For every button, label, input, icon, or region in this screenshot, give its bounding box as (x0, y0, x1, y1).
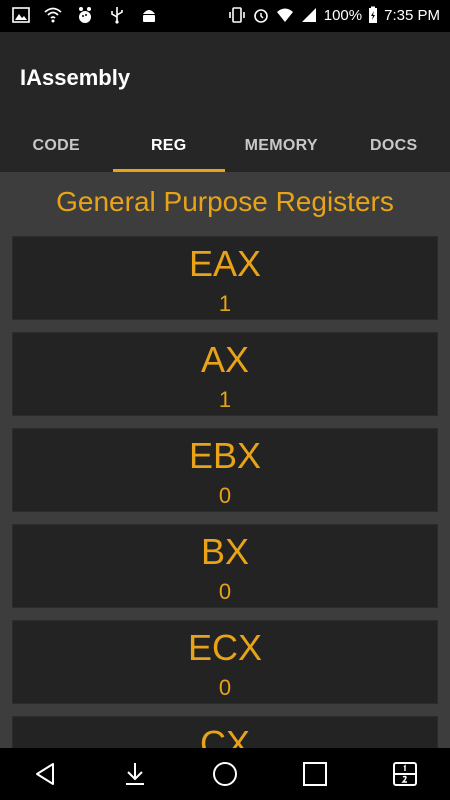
app-bar: IAssembly CODE REG MEMORY DOCS (0, 32, 450, 172)
register-name: AX (200, 339, 250, 380)
recents-icon (303, 762, 327, 786)
register-card-ebx[interactable]: EBX 0 (12, 428, 438, 512)
dual-window-icon (393, 762, 417, 786)
register-card-bx[interactable]: BX 0 (12, 524, 438, 608)
tab-code[interactable]: CODE (0, 119, 113, 172)
download-button[interactable] (113, 752, 157, 796)
back-icon (36, 763, 54, 785)
register-card-eax[interactable]: EAX 1 (12, 236, 438, 320)
register-name: BX (200, 531, 250, 572)
download-icon (126, 763, 144, 785)
wifi-icon (44, 6, 62, 24)
register-value: 1 (218, 387, 232, 412)
bowling-icon (76, 6, 94, 24)
register-name: CX (199, 723, 250, 748)
usb-icon (108, 6, 126, 24)
register-value: 1 (218, 291, 232, 316)
tab-reg[interactable]: REG (112, 119, 226, 172)
notification-icons (12, 6, 158, 24)
recents-button[interactable] (293, 752, 337, 796)
alarm-icon (252, 6, 270, 24)
tab-bar: CODE REG MEMORY DOCS (0, 119, 450, 172)
register-value: 0 (218, 483, 232, 508)
section-title: General Purpose Registers (56, 186, 394, 217)
tab-memory[interactable]: MEMORY (225, 119, 338, 172)
battery-percent: 100% (323, 6, 363, 24)
register-panel[interactable]: General Purpose Registers EAX 1 AX 1 EBX… (0, 172, 450, 748)
home-button[interactable] (203, 752, 247, 796)
status-bar: 100% 7:35 PM (0, 0, 450, 32)
image-icon (12, 6, 30, 24)
home-icon (213, 762, 237, 786)
register-name: EAX (188, 243, 262, 284)
back-button[interactable] (23, 752, 67, 796)
navigation-bar (0, 748, 450, 800)
battery-charging-icon (368, 6, 378, 24)
system-icons: 100% 7:35 PM (228, 6, 440, 24)
vibrate-icon (228, 6, 246, 24)
android-icon (140, 6, 158, 24)
register-value: 0 (218, 579, 232, 604)
cell-signal-icon (300, 6, 318, 24)
tab-docs[interactable]: DOCS (338, 119, 450, 172)
register-name: EBX (188, 435, 262, 476)
app-title: IAssembly (20, 65, 131, 90)
register-card-cx[interactable]: CX (12, 716, 438, 748)
register-card-ecx[interactable]: ECX 0 (12, 620, 438, 704)
register-value: 0 (218, 675, 232, 700)
register-name: ECX (187, 627, 263, 668)
dual-window-button[interactable] (383, 752, 427, 796)
register-list: EAX 1 AX 1 EBX 0 BX 0 ECX 0 CX (12, 236, 438, 748)
register-card-ax[interactable]: AX 1 (12, 332, 438, 416)
clock: 7:35 PM (384, 6, 440, 24)
wifi-signal-icon (276, 6, 294, 24)
